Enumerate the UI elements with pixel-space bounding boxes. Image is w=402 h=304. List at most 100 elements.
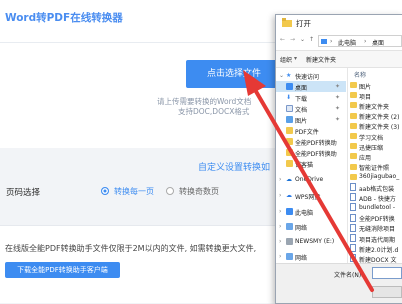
app-icon	[282, 18, 292, 27]
open-button[interactable]	[372, 286, 402, 298]
nav-item-folder[interactable]: 试客猫	[276, 158, 346, 169]
navigation-pane: ⌄ ★ 快速访问 桌面 ✦ ⬇ 下载 ✦ 文档 ✦ 图片 ✦ PDF文件 全能P…	[276, 68, 346, 263]
file-row[interactable]: 应用	[348, 151, 402, 162]
folder-icon	[286, 137, 293, 145]
nav-item-label: 快速访问	[295, 73, 320, 81]
file-row[interactable]: 新建2.0计划.d	[348, 243, 402, 254]
file-row[interactable]: 新建文件夹 (3)	[348, 121, 402, 132]
file-name: 智能证件照	[359, 165, 390, 173]
dialog-titlebar: 打开	[276, 15, 402, 31]
file-list: 名称 图片 项目新建文件夹 新建文件夹 (2) 新建文件夹 (3) 学习文档 迅捷压缩应用…	[347, 68, 402, 264]
network-icon	[286, 222, 293, 230]
folder-icon	[350, 143, 357, 150]
nav-item-quick-access[interactable]: ⌄ ★ 快速访问	[276, 70, 346, 81]
cloud-icon: ☁	[286, 175, 292, 183]
nav-item-newsmy-drive[interactable]: › NEWSMY (E:)	[276, 236, 346, 247]
folder-icon	[286, 148, 293, 156]
pin-icon: ✦	[335, 115, 341, 123]
cloud-icon: ☁	[286, 191, 292, 199]
desktop-icon	[286, 82, 293, 90]
computer-icon	[321, 39, 327, 44]
radio-selected-icon[interactable]	[101, 186, 109, 195]
pin-icon: ✦	[335, 82, 341, 90]
file-row[interactable]: 无缝消除项目	[348, 223, 402, 234]
nav-item-wps-cloud[interactable]: › ☁ WPS网盘	[276, 190, 346, 201]
convert-every-page-option[interactable]: 转换每一页	[101, 186, 154, 197]
document-icon	[350, 183, 356, 191]
nav-item-pdf-folder[interactable]: PDF文件	[276, 125, 346, 136]
file-row[interactable]: 迅捷压缩	[348, 141, 402, 152]
file-name: 新建文件夹	[359, 103, 390, 111]
folder-icon	[350, 163, 357, 170]
file-row[interactable]: 智能证件照	[348, 162, 402, 173]
radio-unselected-icon[interactable]	[166, 186, 174, 195]
folder-icon	[350, 82, 357, 88]
forward-icon[interactable]: →	[290, 36, 295, 43]
convert-odd-page-option[interactable]: 转换奇数页	[166, 186, 219, 197]
file-name: 新建文件夹 (3)	[359, 124, 400, 132]
file-row[interactable]: 全能PDF转换	[348, 213, 402, 224]
file-name: bundletool -	[359, 203, 396, 211]
nav-item-network[interactable]: › 网络	[276, 221, 346, 232]
nav-item-onedrive[interactable]: › ☁ OneDrive	[276, 174, 346, 185]
nav-item-folder[interactable]: 全能PDF转换助	[276, 136, 346, 147]
select-file-button[interactable]: 点击选择文件	[186, 60, 282, 88]
chevron-down-icon[interactable]: ▾	[294, 55, 297, 62]
file-row[interactable]: 项目	[348, 90, 402, 101]
nav-item-pictures[interactable]: 图片 ✦	[276, 114, 346, 125]
nav-item-label: 全能PDF转换助	[295, 150, 337, 158]
folder-icon	[350, 92, 357, 99]
breadcrumb-desktop[interactable]: 桌面	[372, 38, 384, 47]
folder-icon	[350, 173, 357, 180]
nav-item-label: 网络	[295, 224, 308, 232]
file-row[interactable]: 新建文件夹 (2)	[348, 111, 402, 121]
document-icon	[350, 203, 356, 212]
file-name: 无缝消除项目	[359, 226, 396, 234]
file-row[interactable]: 新建文件夹	[348, 100, 402, 111]
nav-item-downloads[interactable]: ⬇ 下载 ✦	[276, 92, 346, 103]
file-name: 学习文档	[359, 134, 384, 142]
document-icon	[350, 234, 356, 242]
organize-button[interactable]: 组织	[280, 55, 292, 64]
folder-icon	[286, 126, 293, 134]
folder-icon	[350, 133, 357, 139]
nav-item-network[interactable]: › 网络	[276, 251, 346, 262]
file-name: ADB - 快捷方	[359, 195, 396, 203]
download-client-button[interactable]: 下载全能PDF转换助手客户端	[5, 262, 120, 278]
file-name: 图片	[359, 83, 372, 91]
up-icon[interactable]: ↑	[309, 36, 314, 43]
folder-icon	[350, 122, 357, 129]
file-row[interactable]: aab格式包装	[348, 182, 402, 193]
file-row[interactable]: bundletool -	[348, 202, 402, 213]
nav-item-label: 此电脑	[295, 209, 314, 217]
nav-item-documents[interactable]: 文档 ✦	[276, 103, 346, 114]
chevron-down-icon[interactable]: ⌄	[300, 36, 305, 43]
folder-icon	[350, 102, 357, 109]
convert-odd-page-label: 转换奇数页	[179, 187, 219, 196]
back-icon[interactable]: ←	[280, 36, 285, 43]
file-row[interactable]: 图片	[348, 80, 402, 91]
breadcrumb-this-pc[interactable]: 此电脑	[338, 38, 356, 47]
nav-item-this-pc[interactable]: › 此电脑	[276, 206, 346, 217]
file-row[interactable]: 学习文档	[348, 131, 402, 142]
file-row[interactable]: ADB - 快捷方	[348, 192, 402, 203]
nav-item-desktop[interactable]: 桌面 ✦	[276, 81, 346, 92]
network-icon	[286, 252, 293, 260]
breadcrumb[interactable]: › 此电脑 › 桌面	[318, 35, 402, 47]
file-row[interactable]: 360jiagubao_	[348, 172, 402, 183]
column-header-name[interactable]: 名称	[354, 70, 366, 79]
open-file-dialog: 打开 ← → ⌄ ↑ › 此电脑 › 桌面 组织 ▾ 新建文件夹 ⌄ ★ 快速访…	[275, 14, 402, 304]
page-select-label: 页码选择	[6, 188, 41, 198]
computer-icon	[286, 207, 293, 215]
page-title: Word转PDF在线转换器	[5, 12, 123, 24]
filename-input[interactable]	[372, 267, 402, 279]
nav-item-folder[interactable]: 全能PDF转换助	[276, 147, 346, 158]
nav-item-label: 网络	[295, 254, 308, 262]
new-folder-button[interactable]: 新建文件夹	[306, 55, 336, 64]
file-row[interactable]: 项目选代周期	[348, 233, 402, 244]
file-size-note: 在线版全能PDF转换助手文件仅限于2M以内的文件, 如需转换更大文件,	[5, 244, 257, 253]
file-name: 应用	[359, 154, 372, 162]
nav-item-label: 图片	[295, 117, 308, 125]
dialog-toolbar: 组织 ▾ 新建文件夹	[276, 51, 402, 68]
file-name: 全能PDF转换	[359, 216, 395, 224]
